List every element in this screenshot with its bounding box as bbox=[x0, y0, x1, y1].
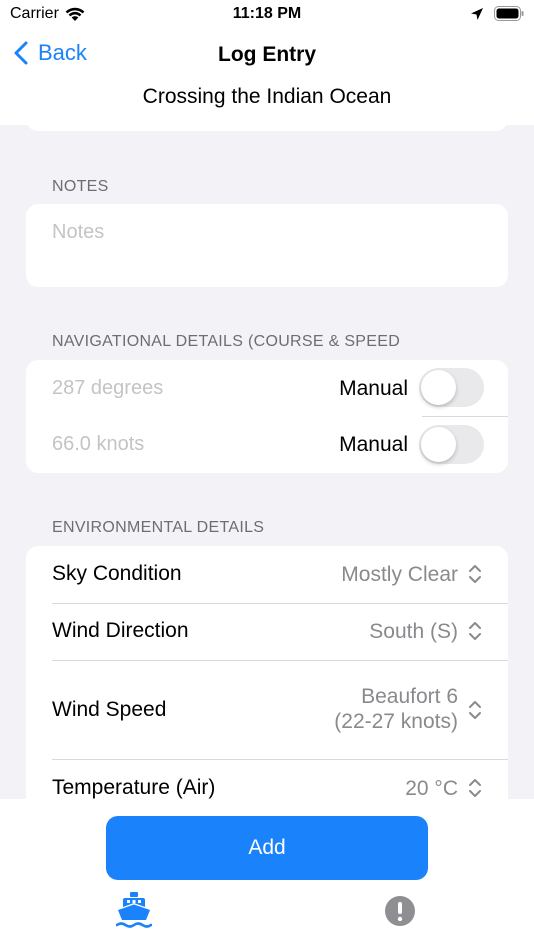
chevron-up-down-icon bbox=[469, 701, 481, 719]
voyage-name: Crossing the Indian Ocean bbox=[142, 85, 392, 108]
speed-manual-toggle[interactable] bbox=[419, 425, 484, 464]
wind-speed-value-line2: (22-27 knots) bbox=[334, 710, 458, 733]
course-row: 287 degrees Manual bbox=[26, 360, 508, 416]
sky-condition-row[interactable]: Sky Condition Mostly Clear bbox=[26, 546, 508, 603]
wind-speed-value-line1: Beaufort 6 bbox=[361, 685, 458, 708]
course-input[interactable]: 287 degrees bbox=[52, 377, 163, 400]
notes-input[interactable]: Notes bbox=[52, 221, 104, 244]
course-manual-label: Manual bbox=[339, 377, 408, 400]
toggle-knob bbox=[421, 427, 456, 462]
navigation-card: 287 degrees Manual 66.0 knots Manual bbox=[26, 360, 508, 473]
ship-icon[interactable] bbox=[116, 891, 152, 931]
location-arrow-icon bbox=[471, 7, 483, 20]
environment-card: Sky Condition Mostly Clear Wind Directio… bbox=[26, 546, 508, 799]
sky-condition-value: Mostly Clear bbox=[341, 563, 458, 586]
status-right-group bbox=[470, 6, 524, 21]
page-title: Log Entry bbox=[218, 43, 316, 66]
chevron-up-down-icon bbox=[469, 779, 481, 797]
toggle-knob bbox=[421, 370, 456, 405]
wind-direction-value: South (S) bbox=[369, 620, 458, 643]
exclamation-circle-icon[interactable] bbox=[384, 895, 416, 927]
add-button[interactable]: Add bbox=[106, 816, 428, 880]
speed-input[interactable]: 66.0 knots bbox=[52, 433, 144, 456]
form-scroll-view[interactable]: NOTES Notes NAVIGATIONAL DETAILS (COURSE… bbox=[0, 125, 534, 799]
wind-speed-value: Beaufort 6 (22-27 knots) bbox=[334, 684, 458, 734]
bottom-bar: Add bbox=[0, 799, 534, 950]
wind-direction-label: Wind Direction bbox=[52, 619, 189, 642]
notes-section-header: NOTES bbox=[52, 178, 109, 195]
temperature-label: Temperature (Air) bbox=[52, 776, 216, 799]
sky-condition-label: Sky Condition bbox=[52, 562, 182, 585]
chevron-up-down-icon bbox=[469, 565, 481, 583]
temperature-value: 20 °C bbox=[405, 777, 458, 799]
previous-section-card bbox=[26, 125, 508, 131]
status-bar: Carrier 11:18 PM bbox=[0, 0, 534, 30]
chevron-up-down-icon bbox=[469, 622, 481, 640]
wind-direction-row[interactable]: Wind Direction South (S) bbox=[26, 604, 508, 660]
environment-section-header: ENVIRONMENTAL DETAILS bbox=[52, 519, 265, 536]
wind-speed-label: Wind Speed bbox=[52, 698, 167, 721]
speed-manual-label: Manual bbox=[339, 433, 408, 456]
battery-icon bbox=[494, 6, 524, 21]
course-manual-toggle[interactable] bbox=[419, 368, 484, 407]
navigation-bar: Back Log Entry Crossing the Indian Ocean bbox=[0, 30, 534, 125]
speed-row: 66.0 knots Manual bbox=[26, 417, 508, 473]
status-time: 11:18 PM bbox=[232, 5, 302, 22]
wind-speed-row[interactable]: Wind Speed Beaufort 6 (22-27 knots) bbox=[26, 661, 508, 759]
navigation-section-header: NAVIGATIONAL DETAILS (COURSE & SPEED bbox=[52, 333, 401, 350]
notes-card: Notes bbox=[26, 204, 508, 287]
temperature-row[interactable]: Temperature (Air) 20 °C bbox=[26, 760, 508, 799]
